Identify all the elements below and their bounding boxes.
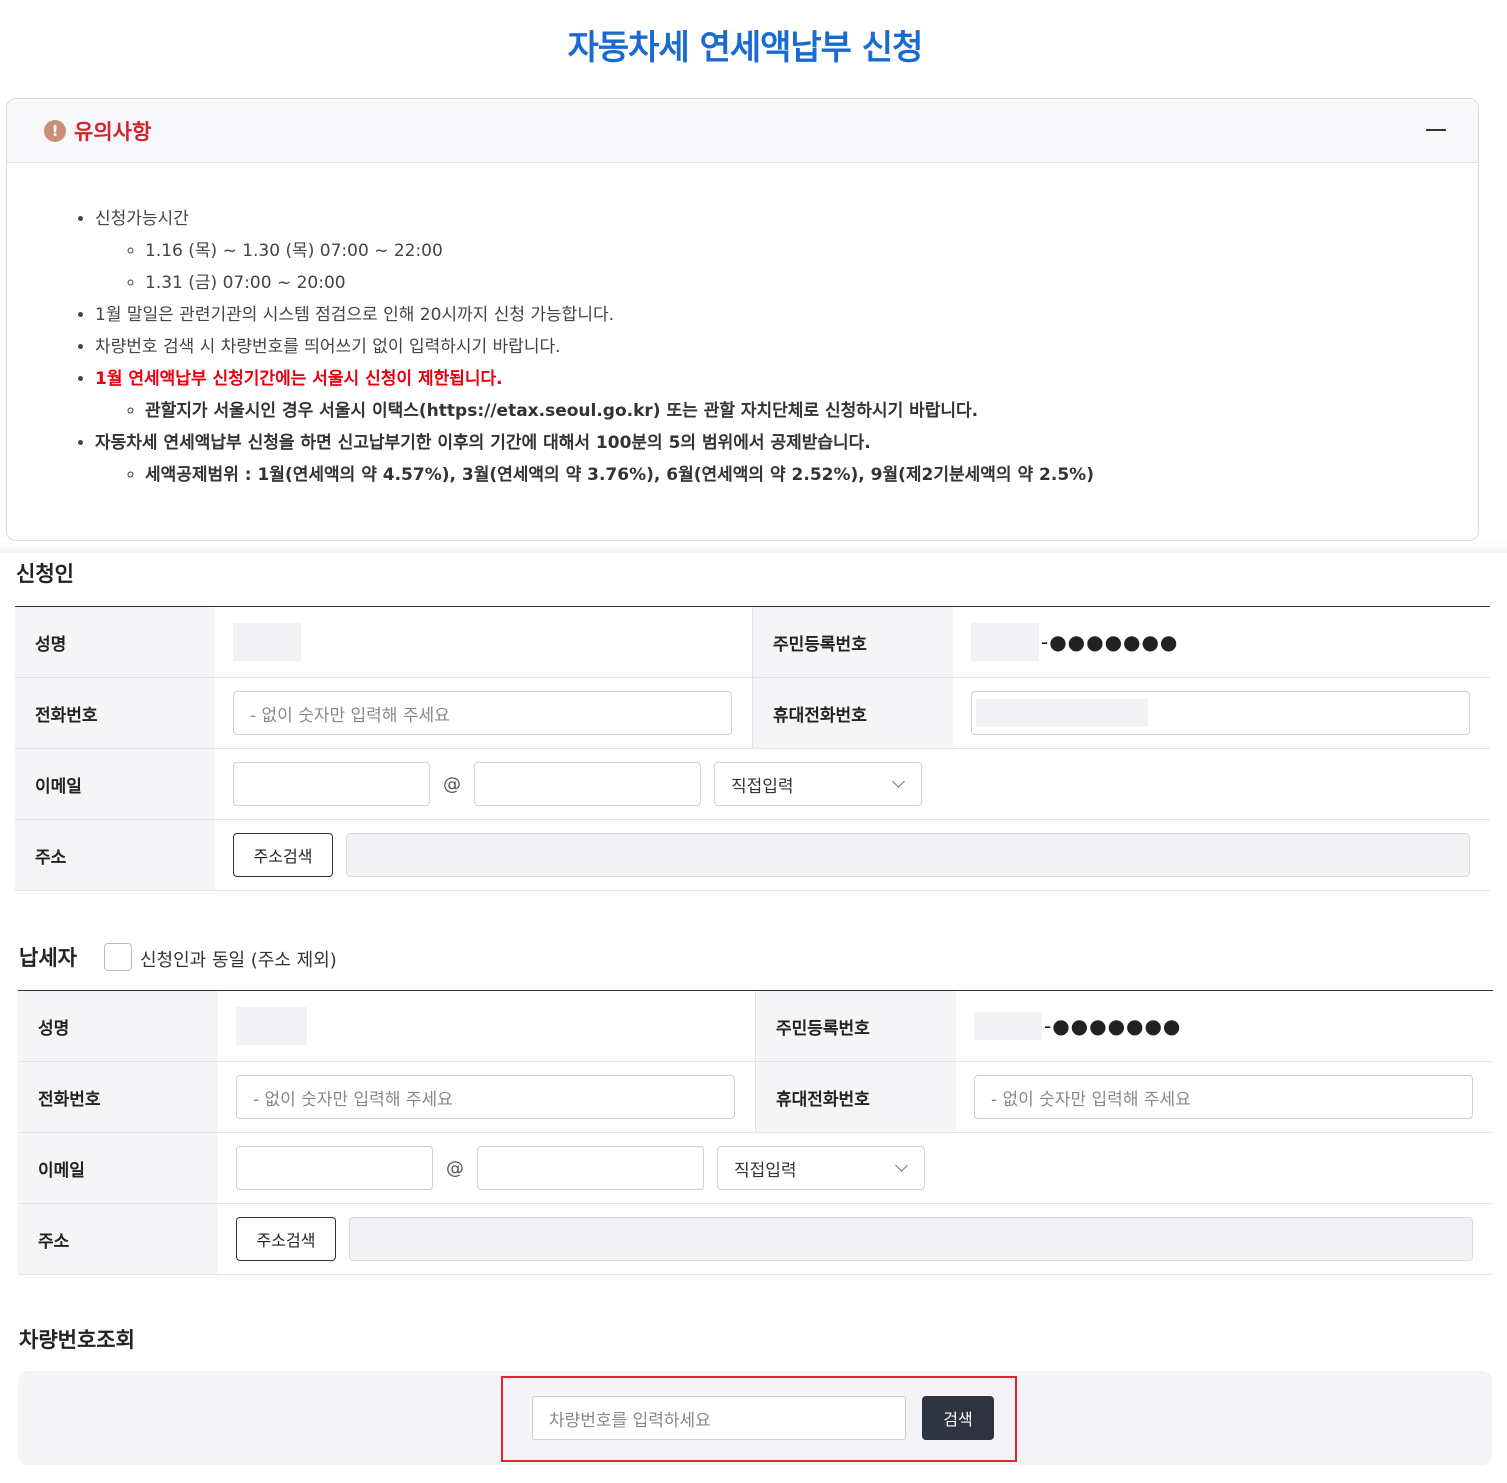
at-sign: @ [446, 1157, 464, 1179]
taxpayer-phone-input[interactable]: - 없이 숫자만 입력해 주세요 [236, 1075, 735, 1119]
notice-panel: ! 유의사항 신청가능시간 1.16 (목) ~ 1.30 (목) 07:00 … [6, 98, 1479, 541]
applicant-form: 성명 주민등록번호 -●●●●●●● 전화번호 - 없이 숫자만 입력해 주세요… [15, 606, 1490, 891]
taxpayer-name-value [236, 1007, 307, 1045]
vehicle-section-title: 차량번호조회 [19, 1328, 135, 1352]
applicant-rrn-front [971, 623, 1039, 661]
applicant-address-search-button[interactable]: 주소검색 [233, 833, 333, 877]
taxpayer-form: 성명 주민등록번호 -●●●●●●● 전화번호 - 없이 숫자만 입력해 주세요… [18, 990, 1493, 1275]
divider-band [0, 541, 1507, 553]
warning-text: 1월 연세액납부 신청기간에는 서울시 신청이 제한됩니다. [95, 369, 503, 389]
taxpayer-email-label: 이메일 [18, 1133, 218, 1203]
taxpayer-address-field [349, 1217, 1473, 1261]
applicant-name-label: 성명 [15, 607, 215, 677]
taxpayer-mobile-input[interactable]: - 없이 숫자만 입력해 주세요 [974, 1075, 1473, 1119]
taxpayer-rrn-mask: -●●●●●●● [1044, 1014, 1182, 1038]
taxpayer-rrn-front [974, 1012, 1042, 1040]
applicant-rrn-label: 주민등록번호 [753, 607, 953, 677]
at-sign: @ [443, 773, 461, 795]
list-item: 세액공제범위 : 1월(연세액의 약 4.57%), 3월(연세액의 약 3.7… [145, 459, 1478, 491]
applicant-email-id-input[interactable] [233, 762, 430, 806]
applicant-name-value [233, 623, 301, 661]
applicant-section-title: 신청인 [16, 562, 74, 586]
applicant-rrn-mask: -●●●●●●● [1041, 630, 1179, 654]
taxpayer-email-domain-input[interactable] [477, 1146, 704, 1190]
list-item: 차량번호 검색 시 차량번호를 띄어쓰기 없이 입력하시기 바랍니다. [95, 331, 1478, 363]
chevron-down-icon [895, 1159, 908, 1172]
taxpayer-address-search-button[interactable]: 주소검색 [236, 1217, 336, 1261]
taxpayer-phone-label: 전화번호 [18, 1062, 218, 1132]
same-as-applicant-checkbox[interactable] [104, 943, 132, 971]
taxpayer-address-label: 주소 [18, 1204, 218, 1274]
exclamation-icon: ! [44, 119, 66, 142]
taxpayer-section-title: 납세자 [19, 946, 77, 970]
same-as-applicant-label[interactable]: 신청인과 동일 (주소 제외) [140, 946, 337, 972]
applicant-email-label: 이메일 [15, 749, 215, 819]
list-item: 1.31 (금) 07:00 ~ 20:00 [145, 267, 1478, 299]
taxpayer-mobile-label: 휴대전화번호 [756, 1062, 956, 1132]
taxpayer-email-id-input[interactable] [236, 1146, 433, 1190]
applicant-email-domain-select[interactable]: 직접입력 [714, 762, 922, 806]
vehicle-number-input[interactable]: 차량번호를 입력하세요 [532, 1396, 906, 1440]
vehicle-search-button[interactable]: 검색 [922, 1396, 994, 1440]
list-item: 1월 연세액납부 신청기간에는 서울시 신청이 제한됩니다. 관할지가 서울시인… [95, 363, 1478, 427]
page-title: 자동차세 연세액납부 신청 [567, 28, 924, 68]
applicant-phone-input[interactable]: - 없이 숫자만 입력해 주세요 [233, 691, 732, 735]
notice-header[interactable]: ! 유의사항 [7, 99, 1478, 163]
notice-title: 유의사항 [74, 119, 152, 144]
list-item: 자동차세 연세액납부 신청을 하면 신고납부기한 이후의 기간에 대해서 100… [95, 427, 1478, 491]
chevron-down-icon [892, 775, 905, 788]
applicant-email-domain-input[interactable] [474, 762, 701, 806]
list-item: 1.16 (목) ~ 1.30 (목) 07:00 ~ 22:00 [145, 235, 1478, 267]
taxpayer-name-label: 성명 [18, 991, 218, 1061]
taxpayer-rrn-label: 주민등록번호 [756, 991, 956, 1061]
list-item: 1월 말일은 관련기관의 시스템 점검으로 인해 20시까지 신청 가능합니다. [95, 299, 1478, 331]
taxpayer-email-domain-select[interactable]: 직접입력 [717, 1146, 925, 1190]
applicant-mobile-input[interactable] [971, 691, 1470, 735]
applicant-address-field [346, 833, 1470, 877]
list-item: 신청가능시간 1.16 (목) ~ 1.30 (목) 07:00 ~ 22:00… [95, 203, 1478, 299]
list-item: 관할지가 서울시인 경우 서울시 이택스(https://etax.seoul.… [145, 395, 1478, 427]
applicant-address-label: 주소 [15, 820, 215, 890]
applicant-mobile-label: 휴대전화번호 [753, 678, 953, 748]
applicant-phone-label: 전화번호 [15, 678, 215, 748]
notice-body: 신청가능시간 1.16 (목) ~ 1.30 (목) 07:00 ~ 22:00… [7, 163, 1478, 491]
collapse-minus-icon[interactable] [1424, 118, 1448, 142]
